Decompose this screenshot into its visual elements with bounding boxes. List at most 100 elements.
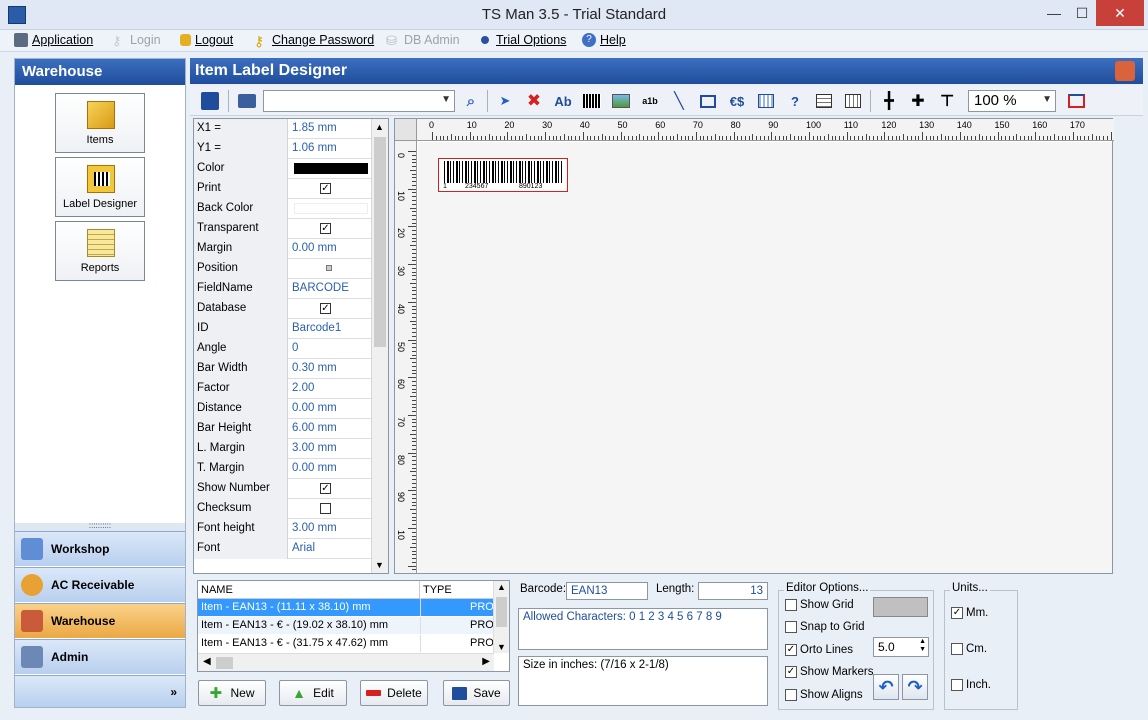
undo-button[interactable]: ↶ xyxy=(873,674,899,700)
property-value[interactable]: 0 xyxy=(290,339,372,359)
maximize-button[interactable]: ☐ xyxy=(1068,0,1096,26)
grid-tool-button[interactable] xyxy=(842,90,864,112)
nav-workshop[interactable]: Workshop xyxy=(15,531,185,566)
property-row[interactable]: Font Arial xyxy=(194,539,372,559)
property-checkbox[interactable]: ✓ xyxy=(290,479,372,499)
label-canvas[interactable]: 0 10 20 30 40 50 60 70 80 90 100 110 120 130 140 150 160… xyxy=(394,118,1114,574)
property-row[interactable]: FieldName BARCODE xyxy=(194,279,372,299)
nav-admin[interactable]: Admin xyxy=(15,639,185,674)
property-row[interactable]: Margin 0.00 mm xyxy=(194,239,372,259)
splitter-grip[interactable]: :::::::::: xyxy=(15,522,185,531)
property-row[interactable]: Distance 0.00 mm xyxy=(194,399,372,419)
barcode-element[interactable]: 1 234567 890123 xyxy=(438,158,568,192)
menu-application[interactable]: Application xyxy=(14,33,93,47)
list-vertical-scrollbar[interactable]: ▲ ▼ xyxy=(493,581,509,653)
align-left-button[interactable]: ╋ xyxy=(878,90,900,112)
property-row[interactable]: Position xyxy=(194,259,372,279)
property-row[interactable]: Font height 3.00 mm xyxy=(194,519,372,539)
property-row[interactable]: Show Number ✓ xyxy=(194,479,372,499)
property-value[interactable]: Barcode1 xyxy=(290,319,372,339)
property-row[interactable]: Factor 2.00 xyxy=(194,379,372,399)
list-horizontal-scrollbar[interactable]: ◀ ▶ xyxy=(198,653,494,671)
barcode-type-field[interactable]: EAN13 xyxy=(566,582,648,600)
property-grid[interactable]: X1 = 1.85 mm Y1 = 1.06 mm Color Print ✓ Back Co… xyxy=(193,118,389,574)
property-value[interactable]: BARCODE xyxy=(290,279,372,299)
delete-button[interactable]: Delete xyxy=(360,680,428,706)
column-header-type[interactable]: TYPE xyxy=(420,581,494,599)
property-row[interactable]: L. Margin 3.00 mm xyxy=(194,439,372,459)
align-center-button[interactable]: ✚ xyxy=(907,90,929,112)
save-toolbar-button[interactable] xyxy=(199,90,221,112)
rectangle-tool-button[interactable] xyxy=(697,90,719,112)
property-row[interactable]: Database ✓ xyxy=(194,299,372,319)
property-checkbox[interactable]: ✓ xyxy=(290,299,372,319)
unit-mm-option[interactable]: ✓ Mm. xyxy=(951,607,988,619)
column-header-name[interactable]: NAME xyxy=(198,581,420,599)
new-button[interactable]: ✚ New xyxy=(198,680,266,706)
align-top-button[interactable]: ⊤ xyxy=(936,90,958,112)
scroll-up-icon[interactable]: ▲ xyxy=(497,582,506,592)
property-value[interactable]: Arial xyxy=(290,539,372,559)
grid-color-swatch[interactable] xyxy=(873,597,928,617)
property-color-value[interactable] xyxy=(290,199,372,219)
line-tool-button[interactable]: ╲ xyxy=(668,90,690,112)
property-value[interactable]: 0.00 mm xyxy=(290,399,372,419)
property-value[interactable]: 6.00 mm xyxy=(290,419,372,439)
image-tool-button[interactable] xyxy=(610,90,632,112)
label-size-button[interactable] xyxy=(1065,90,1087,112)
nav-warehouse[interactable]: Warehouse xyxy=(15,603,185,638)
design-surface[interactable]: 1 234567 890123 xyxy=(418,142,1112,573)
currency-tool-button[interactable]: €$ xyxy=(726,90,748,112)
text-tool-button[interactable]: Ab xyxy=(552,90,574,112)
scroll-thumb[interactable] xyxy=(216,657,233,669)
label-template-list[interactable]: NAME TYPE Item - EAN13 - (11.11 x 38.10)… xyxy=(197,580,510,672)
close-button[interactable]: ✕ xyxy=(1096,0,1144,26)
table-row[interactable]: Item - EAN13 - € - (31.75 x 47.62) mm PRO xyxy=(198,635,494,652)
edit-button[interactable]: ▲ Edit xyxy=(279,680,347,706)
show-aligns-checkbox[interactable]: Show Aligns xyxy=(785,689,863,701)
property-row[interactable]: Transparent ✓ xyxy=(194,219,372,239)
orto-lines-checkbox[interactable]: ✓ Orto Lines xyxy=(785,644,853,656)
property-value[interactable]: 3.00 mm xyxy=(290,519,372,539)
property-row[interactable]: Back Color xyxy=(194,199,372,219)
snap-to-grid-checkbox[interactable]: Snap to Grid xyxy=(785,621,865,633)
menu-db-admin[interactable]: ⛁ DB Admin xyxy=(386,33,460,48)
label-designer-button[interactable]: Label Designer xyxy=(55,157,145,217)
spinner-arrows-icon[interactable]: ▲ ▼ xyxy=(919,638,926,654)
property-value[interactable]: 1.06 mm xyxy=(290,139,372,159)
property-row[interactable]: Angle 0 xyxy=(194,339,372,359)
property-row[interactable]: Y1 = 1.06 mm xyxy=(194,139,372,159)
scroll-thumb[interactable] xyxy=(374,137,386,347)
property-checkbox[interactable] xyxy=(290,499,372,519)
nav-more-button[interactable]: » xyxy=(15,675,185,707)
property-position-value[interactable] xyxy=(290,259,372,279)
table-row[interactable]: Item - EAN13 - (11.11 x 38.10) mm PRO xyxy=(198,599,494,616)
length-field[interactable]: 13 xyxy=(698,582,768,600)
property-checkbox[interactable]: ✓ xyxy=(290,179,372,199)
property-value[interactable]: 3.00 mm xyxy=(290,439,372,459)
menu-trial-options[interactable]: Trial Options xyxy=(478,33,566,47)
property-row[interactable]: T. Margin 0.00 mm xyxy=(194,459,372,479)
print-toolbar-button[interactable] xyxy=(236,90,258,112)
minimize-button[interactable]: — xyxy=(1040,0,1068,26)
scroll-down-icon[interactable]: ▼ xyxy=(497,642,506,652)
grid-step-spinner[interactable]: 5.0 ▲ ▼ xyxy=(873,637,929,657)
grid-text-tool-button[interactable] xyxy=(755,90,777,112)
menu-logout[interactable]: Logout xyxy=(180,33,233,47)
table-tool-button[interactable] xyxy=(813,90,835,112)
preview-toolbar-button[interactable]: ⌕ xyxy=(460,90,482,112)
unit-cm-option[interactable]: Cm. xyxy=(951,643,987,655)
items-button[interactable]: Items xyxy=(55,93,145,153)
property-scrollbar[interactable]: ▲ ▼ xyxy=(371,119,388,573)
unit-inch-option[interactable]: Inch. xyxy=(951,679,991,691)
property-row[interactable]: Color xyxy=(194,159,372,179)
table-row[interactable]: Item - EAN13 - € - (19.02 x 38.10) mm PRO xyxy=(198,617,494,634)
delete-tool-button[interactable]: ✖ xyxy=(523,90,545,112)
property-value[interactable]: 0.00 mm xyxy=(290,459,372,479)
nav-ac-receivable[interactable]: AC Receivable xyxy=(15,567,185,602)
scroll-down-icon[interactable]: ▼ xyxy=(375,560,384,570)
scroll-left-icon[interactable]: ◀ xyxy=(203,656,211,667)
property-row[interactable]: Bar Height 6.00 mm xyxy=(194,419,372,439)
property-row[interactable]: Bar Width 0.30 mm xyxy=(194,359,372,379)
save-button[interactable]: Save xyxy=(443,680,510,706)
